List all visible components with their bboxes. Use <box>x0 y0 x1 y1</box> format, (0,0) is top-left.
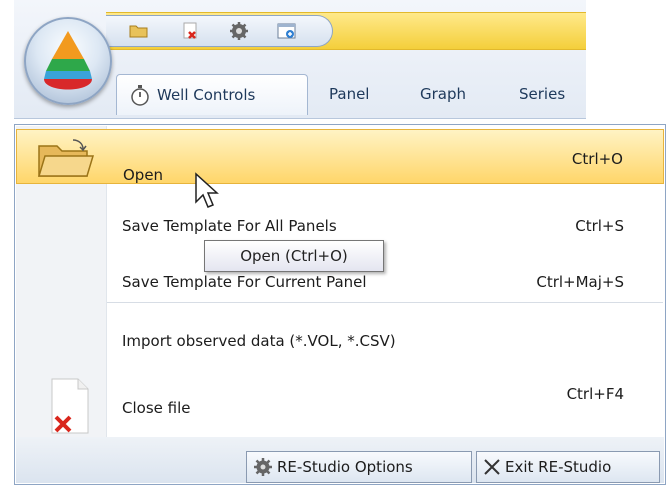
tooltip: Open (Ctrl+O) <box>204 240 384 272</box>
menu-item-shortcut: Ctrl+Maj+S <box>536 273 624 291</box>
open-folder-icon <box>37 139 95 177</box>
application-menu-button[interactable] <box>24 17 112 105</box>
tab-series[interactable]: Series <box>519 74 565 114</box>
tab-panel[interactable]: Panel <box>329 74 369 114</box>
exit-button-label: Exit RE-Studio <box>505 458 612 476</box>
gear-icon[interactable] <box>228 21 250 41</box>
mouse-pointer-icon <box>195 172 219 208</box>
menu-item-shortcut: Ctrl+S <box>575 217 624 235</box>
tab-label: Panel <box>329 85 370 103</box>
menu-item-close-file[interactable]: Close file Ctrl+F4 <box>16 371 664 434</box>
tab-well-controls[interactable]: Well Controls <box>116 74 308 115</box>
tab-label: Series <box>519 85 566 103</box>
menu-item-label: Close file <box>122 399 191 417</box>
menu-item-label: Save Template For All Panels <box>122 217 337 235</box>
gear-icon <box>254 458 272 476</box>
tab-label: Well Controls <box>157 86 256 104</box>
menu-item-open[interactable]: Open Ctrl+O <box>16 129 664 184</box>
menu-item-label: Import observed data (*.VOL, *.CSV) <box>122 332 396 350</box>
menu-separator <box>107 302 663 303</box>
open-folder-icon[interactable] <box>128 21 150 41</box>
app-logo-icon <box>44 31 92 90</box>
tab-graph[interactable]: Graph <box>420 74 466 114</box>
tab-label: Graph <box>420 85 467 103</box>
close-file-icon <box>51 378 89 434</box>
menu-item-save-template-all[interactable]: Save Template For All Panels Ctrl+S <box>16 211 664 241</box>
menu-item-label: Save Template For Current Panel <box>122 273 367 291</box>
menu-item-shortcut: Ctrl+F4 <box>566 385 624 403</box>
options-button-label: RE-Studio Options <box>277 458 413 476</box>
menu-item-import-observed-data[interactable]: Import observed data (*.VOL, *.CSV) <box>16 326 664 356</box>
menu-item-label: Open <box>123 166 164 184</box>
close-icon <box>484 459 500 475</box>
close-file-icon[interactable] <box>180 21 202 41</box>
application-menu: Open Ctrl+O Save Template For All Panels… <box>14 124 666 485</box>
options-button[interactable]: RE-Studio Options <box>246 451 472 483</box>
new-window-icon[interactable] <box>276 21 298 41</box>
tooltip-text: Open (Ctrl+O) <box>240 247 348 265</box>
menu-item-shortcut: Ctrl+O <box>571 150 623 168</box>
exit-button[interactable]: Exit RE-Studio <box>476 451 660 483</box>
stopwatch-icon <box>131 85 149 106</box>
